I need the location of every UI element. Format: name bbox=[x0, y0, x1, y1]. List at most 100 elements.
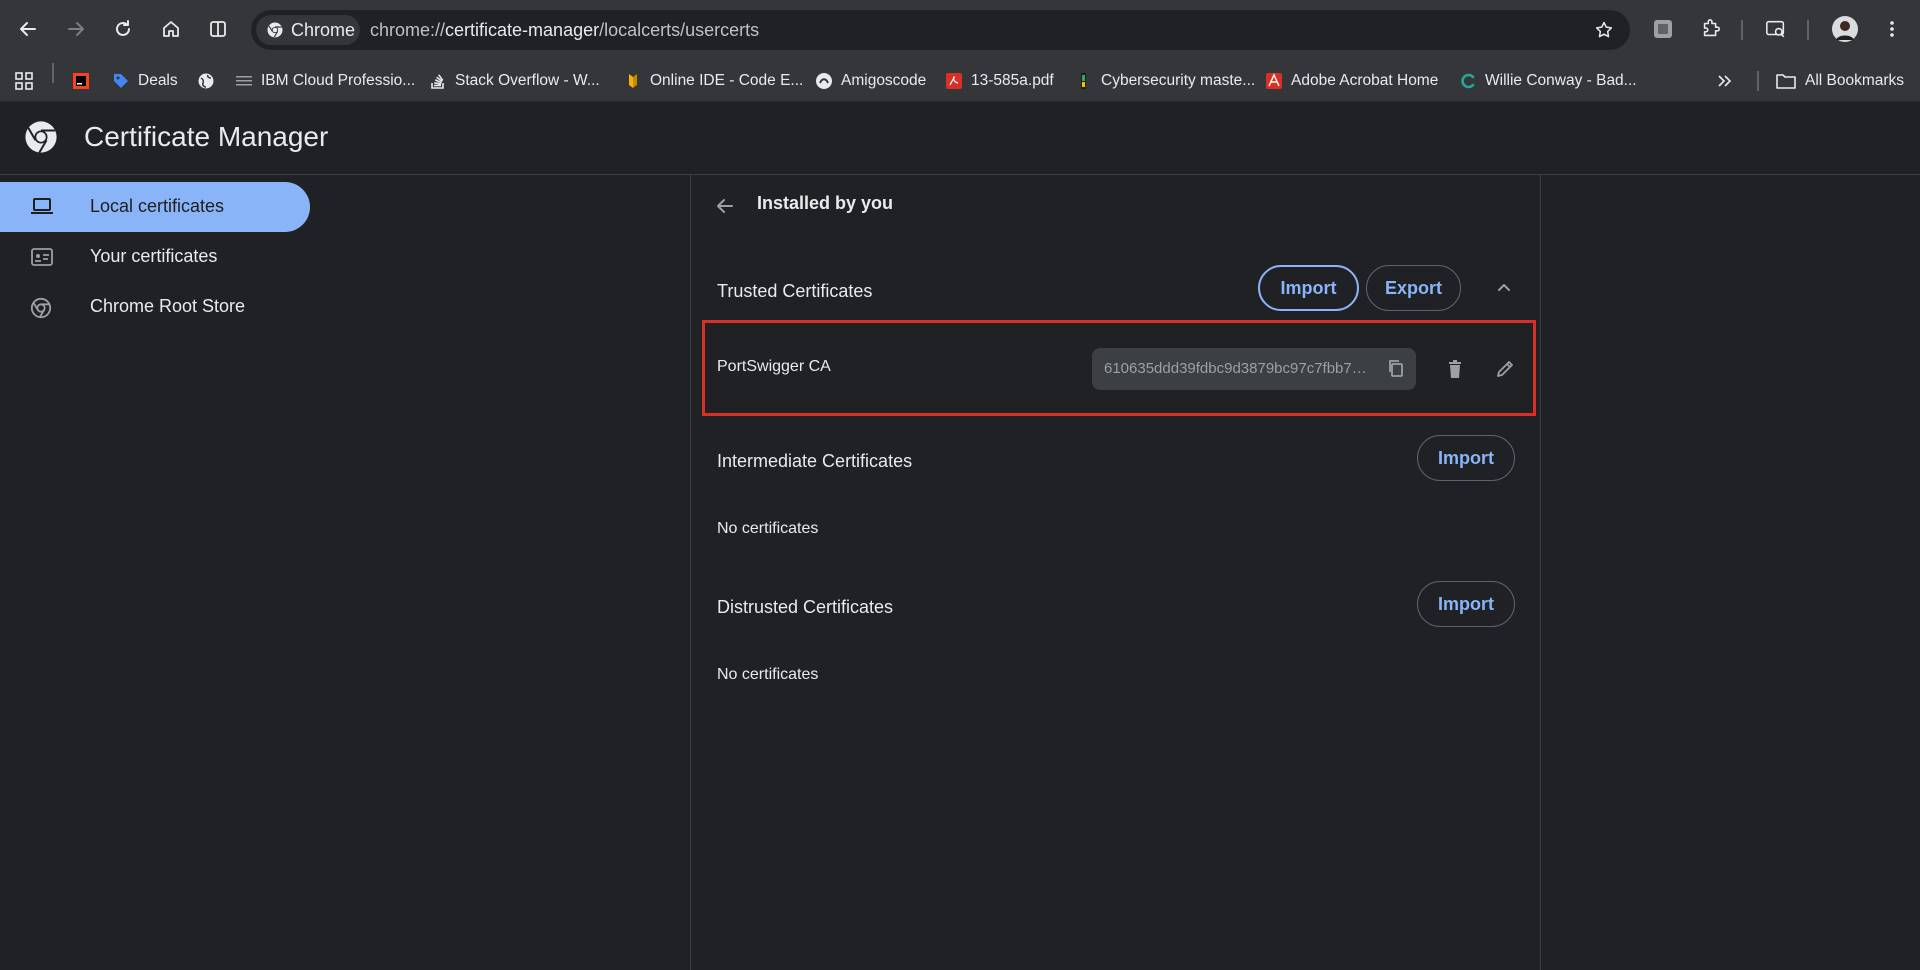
all-bookmarks-button[interactable]: All Bookmarks bbox=[1775, 68, 1904, 94]
subpage-title: Installed by you bbox=[757, 193, 894, 213]
tab-search-button[interactable] bbox=[1758, 11, 1794, 47]
split-view-icon bbox=[210, 21, 226, 37]
forward-button[interactable] bbox=[58, 11, 94, 47]
profile-button[interactable] bbox=[1827, 11, 1863, 47]
amigoscode-icon bbox=[815, 72, 833, 90]
apps-button[interactable] bbox=[14, 68, 34, 94]
collapse-button[interactable] bbox=[1488, 272, 1520, 304]
site-chip-label: Chrome bbox=[291, 19, 356, 40]
puzzle-icon bbox=[1703, 19, 1721, 37]
home-button[interactable] bbox=[153, 11, 189, 47]
bookmark-label: Adobe Acrobat Home bbox=[1291, 72, 1439, 89]
url-text[interactable]: chrome://certificate-manager/localcerts/… bbox=[370, 10, 759, 50]
bookmark-item[interactable]: 13-585a.pdf bbox=[945, 68, 1054, 94]
certificate-hash-field[interactable]: 610635ddd39fdbc9d3879bc97c7fbb70... bbox=[1092, 348, 1416, 390]
bookmark-item[interactable] bbox=[197, 68, 215, 94]
bookmarks-bar: Deals IBM Cloud Professio... Stack Overf… bbox=[0, 60, 1920, 102]
bookmark-item[interactable]: Deals bbox=[112, 68, 178, 94]
url-scheme: chrome:// bbox=[370, 20, 446, 40]
certificate-name: PortSwigger CA bbox=[717, 358, 831, 375]
certificate-row[interactable]: PortSwigger CA 610635ddd39fdbc9d3879bc97… bbox=[702, 320, 1536, 416]
sidebar-item-local-certificates[interactable]: Local certificates bbox=[0, 182, 310, 232]
trusted-export-button[interactable]: Export bbox=[1366, 265, 1461, 311]
distrusted-certificates-title: Distrusted Certificates bbox=[717, 597, 894, 617]
bookmark-label: Willie Conway - Bad... bbox=[1485, 72, 1637, 89]
star-icon bbox=[1595, 21, 1613, 38]
url-host: certificate-manager bbox=[445, 20, 600, 40]
bookmark-item[interactable]: Adobe Acrobat Home bbox=[1265, 68, 1438, 94]
willie-icon bbox=[1459, 72, 1477, 90]
reload-icon bbox=[116, 20, 130, 36]
home-icon bbox=[163, 21, 179, 37]
back-arrow-button[interactable] bbox=[711, 192, 739, 220]
trusted-import-button[interactable]: Import bbox=[1258, 265, 1359, 311]
back-button[interactable] bbox=[10, 11, 46, 47]
url-path: /localcerts/usercerts bbox=[599, 20, 760, 40]
trusted-certificates-title: Trusted Certificates bbox=[717, 281, 873, 301]
page-header: Certificate Manager bbox=[0, 102, 1920, 175]
edit-certificate-button[interactable] bbox=[1495, 359, 1515, 379]
extension-button[interactable] bbox=[1645, 11, 1681, 47]
sidebar-item-label: Your certificates bbox=[90, 246, 218, 266]
bookmark-item[interactable]: Online IDE - Code E... bbox=[624, 68, 803, 94]
bookmark-label: Amigoscode bbox=[841, 72, 927, 89]
arrow-left-icon bbox=[20, 22, 36, 36]
bookmark-item[interactable]: Willie Conway - Bad... bbox=[1459, 68, 1637, 94]
intermediate-certificates-title: Intermediate Certificates bbox=[717, 451, 913, 471]
acrobat-icon bbox=[1265, 72, 1283, 90]
chrome-logo-icon bbox=[24, 120, 58, 154]
reload-button[interactable] bbox=[105, 11, 141, 47]
sidebar-item-your-certificates[interactable]: Your certificates bbox=[0, 232, 310, 282]
chrome-menu-button[interactable] bbox=[1874, 11, 1910, 47]
globe-icon bbox=[197, 72, 215, 90]
bookmark-label: Deals bbox=[138, 72, 178, 89]
id-card-icon bbox=[30, 247, 54, 267]
avatar-icon bbox=[1832, 16, 1858, 42]
toolbar-divider bbox=[1741, 20, 1743, 40]
ide-icon bbox=[624, 72, 642, 90]
pdf-icon bbox=[945, 72, 963, 90]
extensions-menu-button[interactable] bbox=[1693, 11, 1729, 47]
tag-icon bbox=[112, 72, 130, 90]
delete-certificate-button[interactable] bbox=[1445, 359, 1465, 379]
bookmark-item[interactable]: Cybersecurity maste... bbox=[1075, 68, 1255, 94]
bookmark-label: Online IDE - Code E... bbox=[650, 72, 804, 89]
trash-icon bbox=[1449, 360, 1461, 378]
distrusted-import-button[interactable]: Import bbox=[1417, 581, 1515, 627]
bookmark-label: 13-585a.pdf bbox=[971, 72, 1054, 89]
folder-icon bbox=[1776, 74, 1796, 89]
bookmark-label: Cybersecurity maste... bbox=[1101, 72, 1256, 89]
bookmarks-divider bbox=[1757, 71, 1759, 91]
browser-toolbar: Chrome chrome://certificate-manager/loca… bbox=[0, 0, 1920, 60]
intermediate-empty-text: No certificates bbox=[717, 520, 819, 537]
address-bar[interactable]: Chrome chrome://certificate-manager/loca… bbox=[251, 10, 1630, 50]
intermediate-import-button[interactable]: Import bbox=[1417, 435, 1515, 481]
bookmark-item[interactable] bbox=[72, 68, 90, 94]
laptop-icon bbox=[30, 197, 54, 217]
chrome-icon bbox=[30, 297, 52, 319]
extension-square-icon bbox=[1654, 20, 1672, 38]
main-content: Installed by you Trusted Certificates Im… bbox=[690, 175, 1541, 970]
pencil-icon bbox=[1497, 361, 1513, 377]
split-view-button[interactable] bbox=[200, 11, 236, 47]
more-bookmarks-button[interactable] bbox=[1715, 68, 1733, 94]
cyber-icon bbox=[1075, 72, 1093, 90]
chevron-double-right-icon bbox=[1718, 75, 1732, 87]
bookmark-item[interactable]: IBM Cloud Professio... bbox=[235, 68, 415, 94]
bookmark-star-button[interactable] bbox=[1588, 14, 1620, 46]
bookmark-item[interactable]: Stack Overflow - W... bbox=[429, 68, 600, 94]
sidebar-item-label: Chrome Root Store bbox=[90, 296, 246, 316]
chrome-icon bbox=[267, 22, 283, 38]
ibm-icon bbox=[235, 72, 253, 90]
site-info-chip[interactable]: Chrome bbox=[256, 15, 360, 45]
sidebar-item-label: Local certificates bbox=[90, 196, 225, 216]
arrow-left-icon bbox=[717, 199, 733, 213]
chevron-up-icon bbox=[1498, 284, 1510, 291]
jetbrains-icon bbox=[72, 72, 90, 90]
copy-hash-button[interactable] bbox=[1386, 358, 1406, 378]
page-title: Certificate Manager bbox=[84, 121, 329, 152]
sidebar-item-chrome-root-store[interactable]: Chrome Root Store bbox=[0, 282, 310, 332]
bookmarks-divider bbox=[52, 63, 54, 83]
apps-grid-icon bbox=[15, 72, 33, 90]
bookmark-item[interactable]: Amigoscode bbox=[815, 68, 926, 94]
